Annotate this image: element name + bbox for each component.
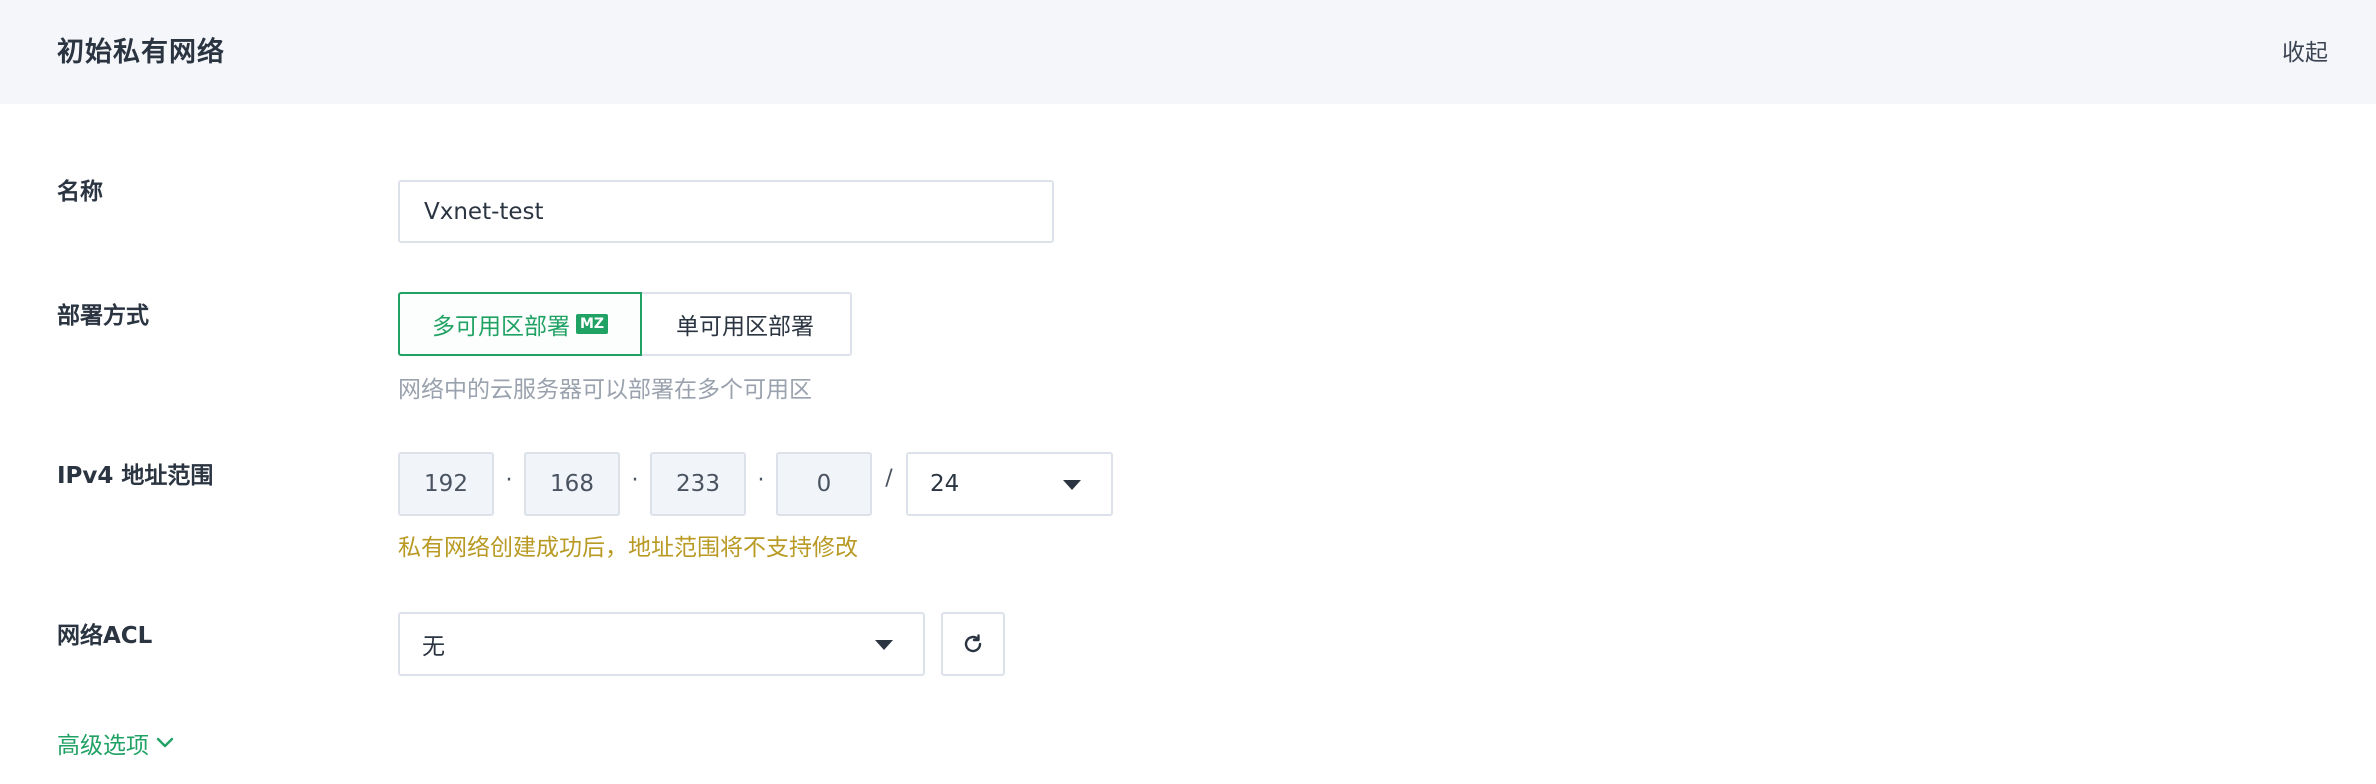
- name-input[interactable]: Vxnet-test: [398, 180, 1054, 243]
- advanced-options-toggle[interactable]: 高级选项: [57, 726, 175, 760]
- acl-refresh-button[interactable]: [941, 612, 1005, 676]
- multi-zone-deploy-label: 多可用区部署: [431, 314, 570, 340]
- single-zone-deploy-option[interactable]: 单可用区部署: [640, 292, 852, 356]
- ipv4-octet-3[interactable]: 233: [650, 452, 746, 516]
- advanced-options-label: 高级选项: [57, 733, 149, 759]
- deploy-hint: 网络中的云服务器可以部署在多个可用区: [398, 377, 812, 403]
- panel-title: 初始私有网络: [57, 37, 225, 68]
- ipv4-warning: 私有网络创建成功后，地址范围将不支持修改: [398, 535, 858, 561]
- acl-select[interactable]: 无: [398, 612, 925, 676]
- multi-zone-deploy-option[interactable]: 多可用区部署 MZ: [398, 292, 642, 356]
- panel-header: 初始私有网络 收起: [0, 0, 2376, 104]
- caret-down-icon: [875, 640, 893, 650]
- ipv4-label: IPv4 地址范围: [57, 463, 214, 489]
- chevron-down-icon: [156, 737, 174, 748]
- ipv4-dot-1: ·: [505, 468, 513, 493]
- subnet-mask-value: 24: [930, 471, 960, 497]
- acl-label: 网络ACL: [57, 623, 153, 649]
- refresh-icon: [964, 634, 982, 653]
- acl-select-value: 无: [422, 634, 445, 660]
- subnet-mask-select[interactable]: 24: [906, 452, 1113, 516]
- ipv4-dot-2: ·: [631, 468, 639, 493]
- mz-badge: MZ: [575, 314, 609, 334]
- ipv4-octet-1: 192: [398, 452, 494, 516]
- ipv4-dot-3: ·: [757, 468, 765, 493]
- single-zone-deploy-label: 单可用区部署: [676, 314, 814, 340]
- collapse-link[interactable]: 收起: [2282, 33, 2328, 67]
- ipv4-octet-2: 168: [524, 452, 620, 516]
- name-label: 名称: [57, 179, 103, 205]
- caret-down-icon: [1063, 480, 1081, 490]
- name-input-value: Vxnet-test: [424, 198, 544, 225]
- ipv4-slash: /: [885, 466, 893, 491]
- deploy-label: 部署方式: [57, 303, 149, 329]
- ipv4-octet-4: 0: [776, 452, 872, 516]
